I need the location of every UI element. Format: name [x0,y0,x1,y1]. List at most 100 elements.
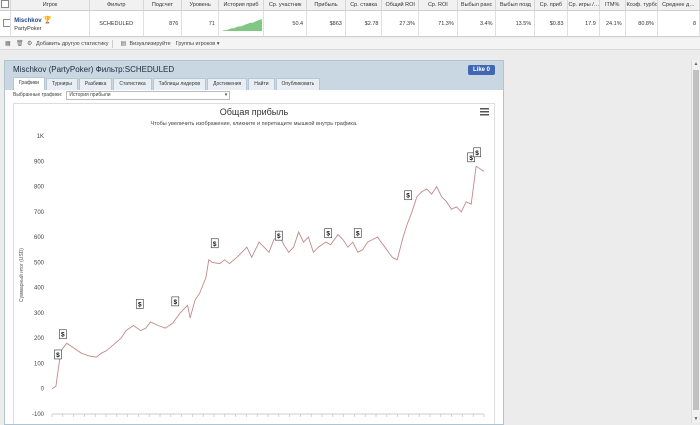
y-tick-label: 700 [34,210,45,216]
chart-menu-icon[interactable] [480,108,489,116]
col-header-total-roi[interactable]: Общий ROI [381,0,420,11]
col-header-profit-history[interactable]: История приб [218,0,265,11]
y-tick-label: 100 [34,361,45,367]
tab-breakdown[interactable]: Разбивка [78,78,113,90]
avg-roi-cell: 71.3% [418,10,458,37]
sparkline-area [221,18,262,31]
filter-cell: SCHEDULED [89,10,144,37]
stats-table: Игрок Фильтр Подсчет Уровень История при… [0,0,700,37]
col-header-late-out[interactable]: Выбыл позд [495,0,536,11]
player-name-link[interactable]: Mischkov 🏆 [14,16,86,24]
y-axis-label: Суммарный итог (USD) [18,248,25,302]
achievement-marker[interactable]: $ [473,147,481,158]
achievement-marker[interactable]: $ [54,349,62,360]
chart-subtitle: Чтобы увеличить изображение, кликните и … [150,120,358,127]
y-tick-label: 900 [34,159,45,165]
count-cell: 876 [143,10,183,37]
profit-chart[interactable]: Общая прибыль Чтобы увеличить изображение… [14,104,494,425]
graph-select[interactable]: История прибыли ▾ [66,90,231,100]
achievement-marker-label: $ [61,332,65,339]
col-header-itm[interactable]: ITM% [599,0,626,11]
scroll-down-arrow[interactable]: ▼ [692,415,700,423]
col-header-avg-last[interactable]: Среднее д… [657,0,700,11]
facebook-like-button[interactable]: Like 0 [467,64,495,75]
chart-area[interactable]: Общая прибыль Чтобы увеличить изображение… [13,103,495,425]
table-header-row: Игрок Фильтр Подсчет Уровень История при… [0,0,700,11]
turbo-cell: 80.8% [625,10,658,37]
table-row[interactable]: Mischkov 🏆 PartyPoker SCHEDULED 876 71 5… [0,10,700,37]
col-header-avg-participants[interactable]: Ср. участник [263,0,308,11]
tab-achievements[interactable]: Достижения [207,78,248,90]
achievement-marker-label: $ [469,155,473,162]
table-toolbar: ▦ 🗑 ⚙ Добавить другую статистику ▤ Визуали… [0,38,700,50]
achievement-marker-label: $ [56,352,60,359]
avg-stake-cell: $2.78 [345,10,383,37]
achievement-marker[interactable]: $ [59,329,67,340]
col-header-turbo[interactable]: Коэф. турбо [625,0,658,11]
tab-graphs[interactable]: Графики [13,77,45,90]
achievement-marker[interactable]: $ [135,299,144,309]
col-header-early-out[interactable]: Выбыл ранс [457,0,497,11]
achievement-marker-label: $ [138,301,142,308]
profit-series-line [51,165,485,390]
graph-select-row: Выбранные графики: История прибыли ▾ [5,90,503,100]
y-tick-label: 600 [34,235,45,241]
grid-icon[interactable]: ▦ [5,41,11,47]
tab-tournaments[interactable]: Турниры [45,78,78,90]
trophy-icon: 🏆 [43,16,52,24]
col-header-avg-profit[interactable]: Ср. приб [534,0,568,11]
col-header-avg-stake[interactable]: Ср. ставка [345,0,383,11]
y-tick-label: 500 [34,260,45,266]
profit-cell: $863 [306,10,346,37]
panel-tabs: Графики Турниры Разбивка Статистика Табл… [5,77,503,90]
y-tick-label: 0 [41,387,45,393]
y-tick-label: 1K [37,134,44,140]
scroll-thumb[interactable] [693,70,699,410]
col-header-level[interactable]: Уровень [181,0,219,11]
achievement-marker[interactable]: $ [275,230,283,241]
select-all-checkbox[interactable] [0,0,12,11]
graph-select-label: Выбранные графики: [13,92,63,98]
achievement-marker[interactable]: $ [353,228,362,238]
y-tick-label: 200 [34,336,45,342]
achievement-marker[interactable]: $ [324,228,332,238]
profit-sparkline[interactable] [218,10,265,37]
achievement-marker[interactable]: $ [404,190,412,201]
tab-find[interactable]: Найти [248,78,275,90]
tab-leaderboards[interactable]: Таблицы лидеров [152,78,207,90]
chart-title: Общая прибыль [220,107,289,117]
avg-profit-cell: $0.83 [534,10,568,37]
chevron-down-icon: ▾ [224,91,228,98]
achievement-marker[interactable]: $ [210,238,219,249]
y-tick-label: 400 [34,286,45,292]
player-room: PartyPoker [14,25,42,32]
tab-statistics[interactable]: Статистика [113,78,152,90]
col-header-avg-games[interactable]: Ср. игры /… [567,0,600,11]
player-cell[interactable]: Mischkov 🏆 PartyPoker [10,10,90,37]
y-tick-label: 300 [34,311,45,317]
player-groups-dropdown[interactable]: Группы игроков ▾ [176,41,220,47]
col-header-avg-roi[interactable]: Ср. ROI [418,0,458,11]
achievement-marker-label: $ [326,231,330,238]
y-tick-label: 800 [34,185,45,191]
level-cell: 71 [181,10,219,37]
tab-publish[interactable]: Опубликовать [275,78,321,90]
player-detail-panel: Mischkov (PartyPoker) Фильтр:SCHEDULED L… [4,60,504,425]
row-checkbox[interactable] [0,10,12,37]
vertical-scrollbar[interactable]: ▲ ▼ [691,60,700,423]
achievement-marker-label: $ [356,231,360,238]
delete-icon[interactable]: 🗑 [16,41,24,47]
col-header-player[interactable]: Игрок [10,0,90,11]
col-header-profit[interactable]: Прибыль [306,0,346,11]
visualize-button[interactable]: ▤ Визуализируйте [121,41,171,47]
y-tick-label: -100 [32,412,45,418]
col-header-count[interactable]: Подсчет [143,0,183,11]
panel-title: Mischkov (PartyPoker) Фильтр:SCHEDULED [13,65,175,74]
add-stats-button[interactable]: ⚙ Добавить другую статистику [27,41,109,47]
avg-last-cell: 8 [657,10,700,37]
scroll-up-arrow[interactable]: ▲ [692,60,700,68]
col-header-filter[interactable]: Фильтр [89,0,144,11]
achievement-marker[interactable]: $ [171,296,180,307]
early-out-cell: 3.4% [457,10,497,37]
achievement-marker-label: $ [475,150,479,157]
